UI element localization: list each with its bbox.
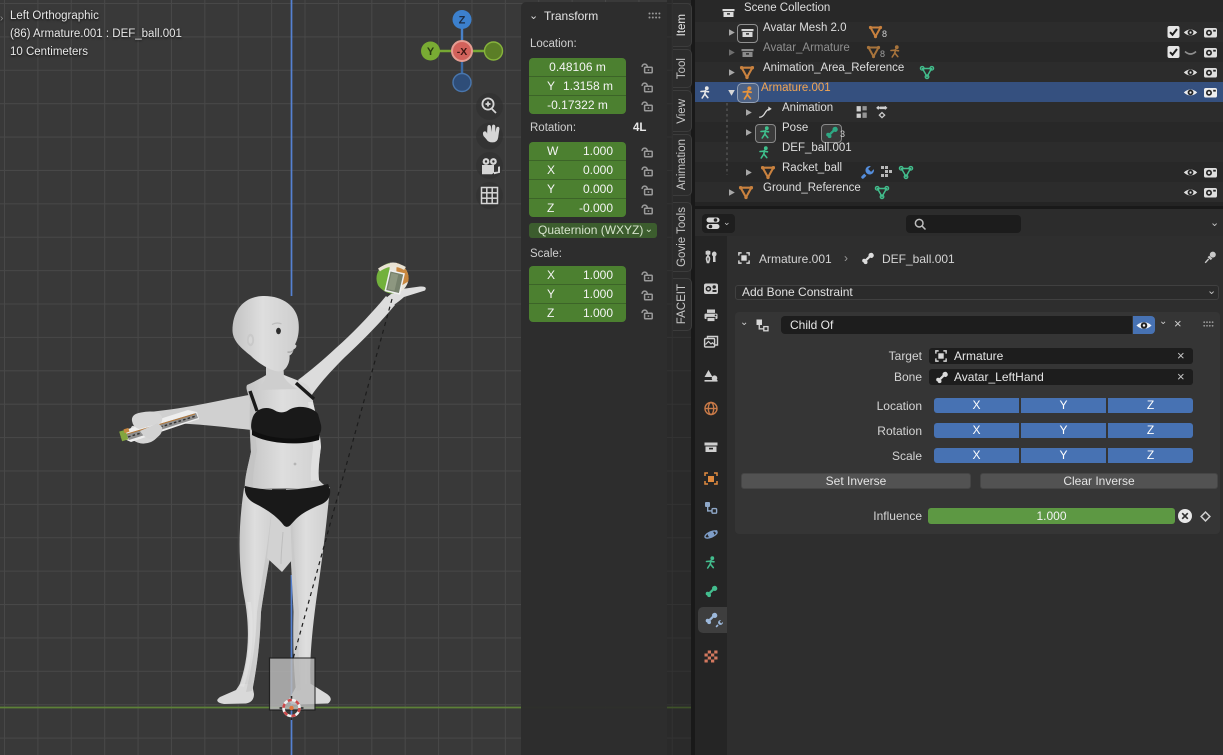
svg-text:Y: Y	[427, 46, 435, 58]
svg-text:-X: -X	[457, 46, 468, 58]
svg-text:Z: Z	[459, 15, 466, 27]
